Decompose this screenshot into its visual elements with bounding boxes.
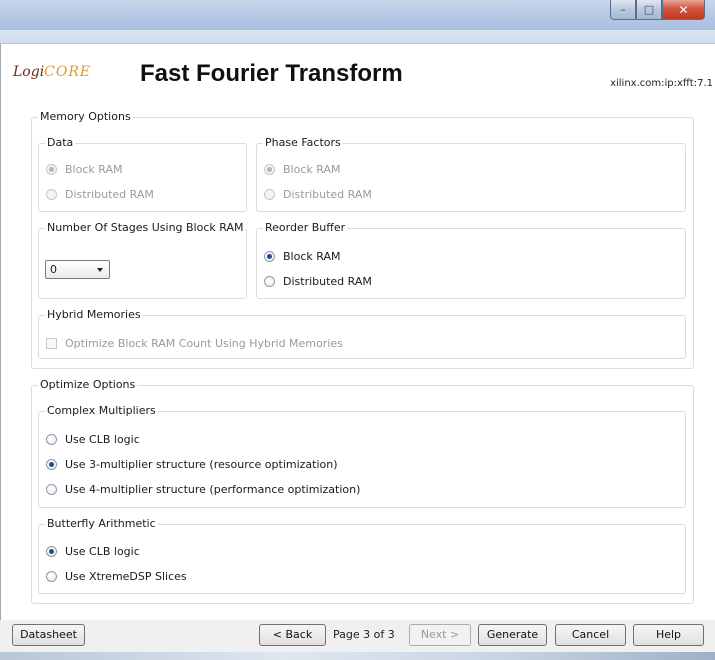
butterfly-arithmetic-group: Butterfly Arithmetic Use CLB logic Use X… [38, 517, 686, 594]
stages-dropdown[interactable]: 0 [45, 260, 110, 279]
block-ram-stages-group: Number Of Stages Using Block RAM 0 [38, 221, 247, 299]
option-label: Use CLB logic [65, 433, 140, 446]
phase-block-ram-radio[interactable]: Block RAM [264, 163, 340, 176]
cmult-clb-logic-radio[interactable]: Use CLB logic [46, 433, 140, 446]
data-legend: Data [45, 136, 76, 150]
option-label: Distributed RAM [65, 188, 154, 201]
window-bottom-edge [0, 652, 715, 660]
butterfly-clb-logic-radio[interactable]: Use CLB logic [46, 545, 140, 558]
data-memory-group: Data Block RAM Distributed RAM [38, 136, 247, 212]
window-title-bar: – □ ✕ [0, 0, 715, 30]
ip-identifier: xilinx.com:ip:xfft:7.1 [610, 78, 713, 89]
option-label: Use CLB logic [65, 545, 140, 558]
radio-indicator [264, 251, 275, 262]
reorder-buffer-legend: Reorder Buffer [263, 221, 348, 235]
hybrid-memories-group: Hybrid Memories Optimize Block RAM Count… [38, 308, 686, 359]
complex-multipliers-legend: Complex Multipliers [45, 404, 158, 418]
phase-factors-group: Phase Factors Block RAM Distributed RAM [256, 136, 686, 212]
generate-button[interactable]: Generate [478, 624, 547, 646]
radio-indicator [46, 164, 57, 175]
radio-indicator [46, 571, 57, 582]
minimize-button[interactable]: – [610, 0, 636, 20]
optimize-options-legend: Optimize Options [38, 378, 138, 392]
option-label: Distributed RAM [283, 275, 372, 288]
page-indicator: Page 3 of 3 [333, 628, 395, 641]
radio-indicator [46, 484, 57, 495]
phase-factors-legend: Phase Factors [263, 136, 343, 150]
data-block-ram-radio[interactable]: Block RAM [46, 163, 122, 176]
logo-suffix: CORE [44, 64, 92, 80]
hybrid-memories-checkbox[interactable]: Optimize Block RAM Count Using Hybrid Me… [46, 337, 343, 350]
option-label: Use 4-multiplier structure (performance … [65, 483, 361, 496]
reorder-block-ram-radio[interactable]: Block RAM [264, 250, 340, 263]
cmult-3-multiplier-radio[interactable]: Use 3-multiplier structure (resource opt… [46, 458, 338, 471]
checkbox-indicator [46, 338, 57, 349]
stages-value: 0 [50, 263, 57, 276]
complex-multipliers-group: Complex Multipliers Use CLB logic Use 3-… [38, 404, 686, 508]
reorder-distributed-ram-radio[interactable]: Distributed RAM [264, 275, 372, 288]
data-distributed-ram-radio[interactable]: Distributed RAM [46, 188, 154, 201]
option-label: Block RAM [283, 163, 341, 176]
radio-indicator [46, 459, 57, 470]
next-button[interactable]: Next > [409, 624, 471, 646]
butterfly-legend: Butterfly Arithmetic [45, 517, 158, 531]
option-label: Use 3-multiplier structure (resource opt… [65, 458, 338, 471]
close-button[interactable]: ✕ [662, 0, 705, 20]
window-frame-strip [0, 30, 715, 44]
radio-indicator [264, 164, 275, 175]
option-label: Distributed RAM [283, 188, 372, 201]
option-label: Use XtremeDSP Slices [65, 570, 187, 583]
cmult-4-multiplier-radio[interactable]: Use 4-multiplier structure (performance … [46, 483, 360, 496]
help-button[interactable]: Help [633, 624, 704, 646]
radio-indicator [46, 434, 57, 445]
chevron-down-icon [97, 268, 103, 272]
logo-prefix: Logi [13, 64, 45, 80]
option-label: Block RAM [283, 250, 341, 263]
datasheet-button[interactable]: Datasheet [12, 624, 85, 646]
stages-legend: Number Of Stages Using Block RAM [45, 221, 246, 235]
logicore-logo: LogiCORE [13, 64, 91, 80]
hybrid-legend: Hybrid Memories [45, 308, 143, 322]
radio-indicator [46, 189, 57, 200]
back-button[interactable]: < Back [259, 624, 326, 646]
reorder-buffer-group: Reorder Buffer Block RAM Distributed RAM [256, 221, 686, 299]
checkbox-label: Optimize Block RAM Count Using Hybrid Me… [65, 337, 343, 350]
maximize-button[interactable]: □ [636, 0, 662, 20]
memory-options-legend: Memory Options [38, 110, 133, 124]
window-controls: – □ ✕ [610, 0, 705, 20]
phase-distributed-ram-radio[interactable]: Distributed RAM [264, 188, 372, 201]
radio-indicator [264, 189, 275, 200]
radio-indicator [264, 276, 275, 287]
cancel-button[interactable]: Cancel [555, 624, 626, 646]
radio-indicator [46, 546, 57, 557]
option-label: Block RAM [65, 163, 123, 176]
page-title: Fast Fourier Transform [140, 60, 403, 87]
butterfly-xtremedsp-radio[interactable]: Use XtremeDSP Slices [46, 570, 187, 583]
wizard-page: LogiCORE Fast Fourier Transform xilinx.c… [0, 44, 715, 620]
